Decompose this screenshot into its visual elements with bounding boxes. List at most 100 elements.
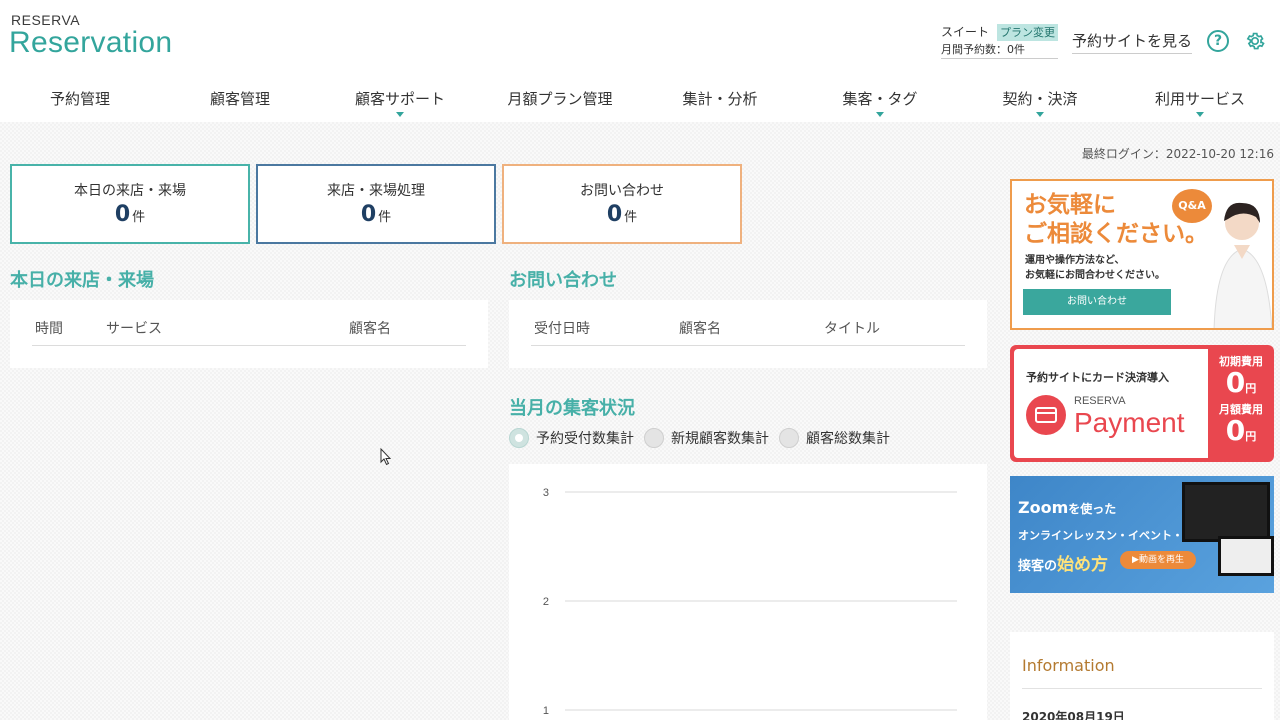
table-header: 時間 サービス 顧客名 — [32, 318, 466, 346]
table-header: 受付日時 顧客名 タイトル — [531, 318, 965, 346]
app-header: RESERVA Reservation スイート プラン変更 月間予約数：0件 … — [0, 0, 1280, 78]
qa-subtext: 運用や操作方法など、お気軽にお問合わせください。 — [1025, 253, 1165, 283]
stat-today-visits[interactable]: 本日の来店・来場 0件 — [10, 164, 250, 244]
question-circle-icon[interactable]: ? — [1207, 30, 1229, 52]
nav-item-reservations[interactable]: 予約管理 — [0, 82, 160, 120]
main-nav: 予約管理 顧客管理 顧客サポート 月額プラン管理 集計・分析 集客・タグ 契約・… — [0, 82, 1280, 120]
radio-icon — [644, 428, 664, 448]
radio-selected-icon — [509, 428, 529, 448]
plan-info: スイート プラン変更 月間予約数：0件 — [941, 24, 1059, 59]
radio-total-customers[interactable]: 顧客総数集計 — [779, 428, 890, 448]
payment-title: 予約サイトにカード決済導入 — [1026, 371, 1169, 384]
qa-badge: Q&A — [1172, 189, 1212, 223]
monthly-fee-value: 0 — [1225, 414, 1246, 447]
stat-visit-processing[interactable]: 来店・来場処理 0件 — [256, 164, 496, 244]
gear-icon[interactable] — [1244, 30, 1266, 52]
y-tick-label: 2 — [543, 596, 549, 608]
qa-line2: ご相談ください。 — [1024, 221, 1208, 247]
monthly-status-title: 当月の集客状況 — [509, 398, 635, 419]
stat-label: お問い合わせ — [580, 183, 664, 199]
stat-value: 0 — [606, 202, 623, 227]
caret-down-icon — [876, 112, 884, 117]
radio-new-customers[interactable]: 新規顧客数集計 — [644, 428, 769, 448]
radio-icon — [779, 428, 799, 448]
caret-down-icon — [1196, 112, 1204, 117]
initial-fee-value: 0 — [1225, 366, 1246, 399]
plan-change-button[interactable]: プラン変更 — [997, 24, 1059, 41]
nav-label: 顧客サポート — [354, 90, 445, 108]
mouse-cursor-icon — [380, 448, 392, 466]
information-date: 2020年08月19日 — [1022, 710, 1125, 720]
zoom-subline: オンラインレッスン・イベント・ — [1018, 529, 1183, 542]
aggregation-radio-group: 予約受付数集計 新規顧客数集計 顧客総数集計 — [509, 428, 890, 448]
nav-item-customer-support[interactable]: 顧客サポート — [320, 82, 480, 120]
stat-unit: 件 — [378, 210, 392, 225]
operator-person-image — [1213, 202, 1272, 328]
information-panel: Information 2020年08月19日 — [1010, 632, 1274, 720]
zoom-suffix: を使った — [1068, 502, 1117, 516]
card-icon — [1026, 395, 1066, 435]
stat-unit: 件 — [132, 210, 146, 225]
video-thumbnail — [1218, 536, 1274, 576]
column-header: 時間 — [35, 321, 63, 337]
view-reservation-site-link[interactable]: 予約サイトを見る — [1072, 30, 1193, 54]
chart-svg: 3 2 1 — [543, 487, 957, 717]
brand-logo[interactable]: Reservation — [9, 26, 172, 60]
yen-unit: 円 — [1245, 430, 1257, 443]
y-tick-label: 3 — [543, 487, 549, 499]
zoom-word: Zoom — [1018, 498, 1069, 517]
stat-label: 本日の来店・来場 — [74, 183, 186, 199]
divider — [1022, 688, 1262, 689]
today-visits-table: 時間 サービス 顧客名 — [10, 300, 488, 368]
payment-brand-small: RESERVA — [1074, 395, 1126, 407]
column-header: 顧客名 — [679, 321, 721, 337]
zoom-tag-emph: 始め方 — [1057, 555, 1109, 575]
inquiries-table: 受付日時 顧客名 タイトル — [509, 300, 987, 368]
plan-name: スイート — [941, 25, 990, 39]
stat-value: 0 — [360, 202, 377, 227]
nav-label: 集客・タグ — [842, 90, 918, 108]
contact-button[interactable]: お問い合わせ — [1023, 289, 1171, 315]
nav-item-services[interactable]: 利用サービス — [1120, 82, 1280, 120]
contact-banner[interactable]: お気軽に ご相談ください。 運用や操作方法など、 お気軽にお問合わせください。 お問… — [1010, 179, 1274, 330]
video-thumbnail — [1182, 482, 1270, 542]
column-header: 顧客名 — [349, 321, 391, 337]
play-video-button[interactable]: ▶動画を再生 — [1120, 551, 1196, 569]
monthly-reservation-count: 月間予約数：0件 — [941, 41, 1059, 59]
stat-inquiries[interactable]: お問い合わせ 0件 — [502, 164, 742, 244]
nav-label: 顧客管理 — [209, 90, 270, 108]
zoom-guide-banner[interactable]: Zoomを使った オンラインレッスン・イベント・ 接客の始め方 ▶動画を再生 — [1010, 476, 1274, 593]
column-header: 受付日時 — [534, 321, 590, 337]
nav-label: 契約・決済 — [1002, 90, 1078, 108]
radio-reservations[interactable]: 予約受付数集計 — [509, 428, 634, 448]
payment-banner-body: 予約サイトにカード決済導入 RESERVA Payment — [1014, 349, 1208, 458]
column-header: サービス — [106, 321, 162, 337]
payment-banner[interactable]: 予約サイトにカード決済導入 RESERVA Payment 初期費用 0円 月額… — [1010, 345, 1274, 462]
monthly-chart: 3 2 1 — [509, 464, 987, 720]
nav-item-monthly-plans[interactable]: 月額プラン管理 — [480, 82, 640, 120]
stat-unit: 件 — [624, 210, 638, 225]
yen-unit: 円 — [1245, 382, 1257, 395]
column-header: タイトル — [824, 321, 880, 337]
qa-sub2: お気軽にお問合わせください。 — [1025, 270, 1165, 281]
stat-value: 0 — [114, 202, 131, 227]
nav-item-marketing-tags[interactable]: 集客・タグ — [800, 82, 960, 120]
nav-label: 利用サービス — [1154, 90, 1245, 108]
caret-down-icon — [1036, 112, 1044, 117]
qa-sub1: 運用や操作方法など、 — [1025, 255, 1125, 266]
last-login: 最終ログイン：2022-10-20 12:16 — [1081, 147, 1274, 161]
nav-item-customers[interactable]: 顧客管理 — [160, 82, 320, 120]
nav-item-analytics[interactable]: 集計・分析 — [640, 82, 800, 120]
zoom-tagline: 接客の始め方 — [1018, 550, 1108, 575]
radio-label: 新規顧客数集計 — [671, 431, 769, 447]
zoom-tag-prefix: 接客の — [1018, 559, 1058, 574]
radio-label: 予約受付数集計 — [536, 431, 634, 447]
payment-fees: 初期費用 0円 月額費用 0円 — [1212, 349, 1270, 445]
main-content: 最終ログイン：2022-10-20 12:16 本日の来店・来場 0件 来店・来… — [0, 122, 1280, 720]
payment-brand: Payment — [1074, 407, 1185, 438]
zoom-headline: Zoomを使った — [1018, 498, 1116, 517]
nav-item-contract-payment[interactable]: 契約・決済 — [960, 82, 1120, 120]
nav-label: 集計・分析 — [682, 90, 758, 108]
nav-label: 月額プラン管理 — [507, 90, 613, 108]
nav-label: 予約管理 — [49, 90, 110, 108]
